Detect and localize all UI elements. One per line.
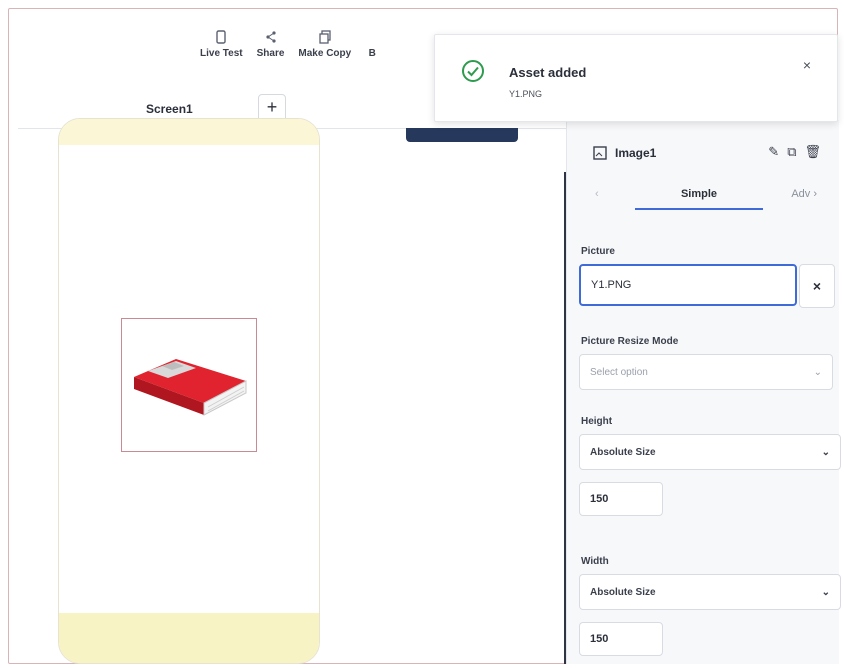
- live-test-button[interactable]: Live Test: [200, 30, 243, 59]
- toast-subtitle: Y1.PNG: [509, 89, 543, 99]
- live-test-label: Live Test: [200, 48, 243, 59]
- chevron-down-icon: ⌄: [813, 366, 822, 378]
- chevron-down-icon: ⌄: [821, 446, 830, 458]
- height-mode-value: Absolute Size: [590, 446, 656, 458]
- tab-simple[interactable]: Simple: [635, 188, 763, 210]
- delete-icon[interactable]: 🗑: [804, 144, 821, 160]
- make-copy-label: Make Copy: [298, 48, 352, 59]
- book-icon: [134, 359, 247, 416]
- picture-label: Picture: [581, 246, 615, 257]
- phone-nav-bar: [59, 613, 319, 663]
- component-name: Image1: [615, 146, 657, 160]
- edit-icon[interactable]: ✎: [768, 144, 779, 160]
- phone-status-bar: [59, 119, 319, 145]
- phone-icon: [216, 30, 226, 44]
- tab-advanced[interactable]: Adv ›: [791, 188, 817, 200]
- share-label: Share: [256, 48, 285, 59]
- copy-icon: [319, 30, 331, 44]
- width-mode-select[interactable]: Absolute Size ⌄: [579, 574, 841, 610]
- check-circle-icon: [462, 60, 484, 82]
- chevron-down-icon: ⌄: [821, 586, 830, 598]
- asset-added-toast: Asset added Y1.PNG ×: [434, 34, 838, 122]
- share-icon: [265, 31, 276, 43]
- property-tabs: ‹ Simple Adv ›: [585, 182, 825, 212]
- component-actions: ✎ ⧉ 🗑: [768, 144, 821, 160]
- clear-picture-button[interactable]: ×: [799, 264, 835, 308]
- tool-icon: [365, 30, 379, 44]
- truncated-tool-label: B: [368, 48, 376, 59]
- resize-mode-select[interactable]: Select option ⌄: [579, 354, 833, 390]
- height-value-input[interactable]: 150: [579, 482, 663, 516]
- top-toolbar: Live Test Share Make Copy B: [200, 30, 379, 59]
- width-mode-value: Absolute Size: [590, 586, 656, 598]
- share-button[interactable]: Share: [256, 30, 285, 59]
- make-copy-button[interactable]: Make Copy: [298, 30, 351, 59]
- close-icon[interactable]: ×: [803, 57, 811, 73]
- width-value-input[interactable]: 150: [579, 622, 663, 656]
- height-mode-select[interactable]: Absolute Size ⌄: [579, 434, 841, 470]
- toast-title: Asset added: [509, 65, 587, 80]
- component-header: Image1: [593, 146, 656, 160]
- resize-mode-placeholder: Select option: [590, 366, 648, 378]
- properties-panel: Image1 ✎ ⧉ 🗑 ‹ Simple Adv › Picture Y1.P…: [566, 120, 841, 664]
- tab-prev-arrow[interactable]: ‹: [595, 188, 599, 200]
- resize-mode-label: Picture Resize Mode: [581, 336, 679, 347]
- width-label: Width: [581, 556, 609, 567]
- height-label: Height: [581, 416, 613, 427]
- picture-input[interactable]: Y1.PNG: [579, 264, 797, 306]
- image-icon: [593, 146, 607, 160]
- copy-icon[interactable]: ⧉: [787, 144, 796, 160]
- dark-action-button[interactable]: [406, 128, 518, 142]
- image1-component[interactable]: [121, 318, 257, 452]
- truncated-tool-button[interactable]: B: [365, 30, 379, 59]
